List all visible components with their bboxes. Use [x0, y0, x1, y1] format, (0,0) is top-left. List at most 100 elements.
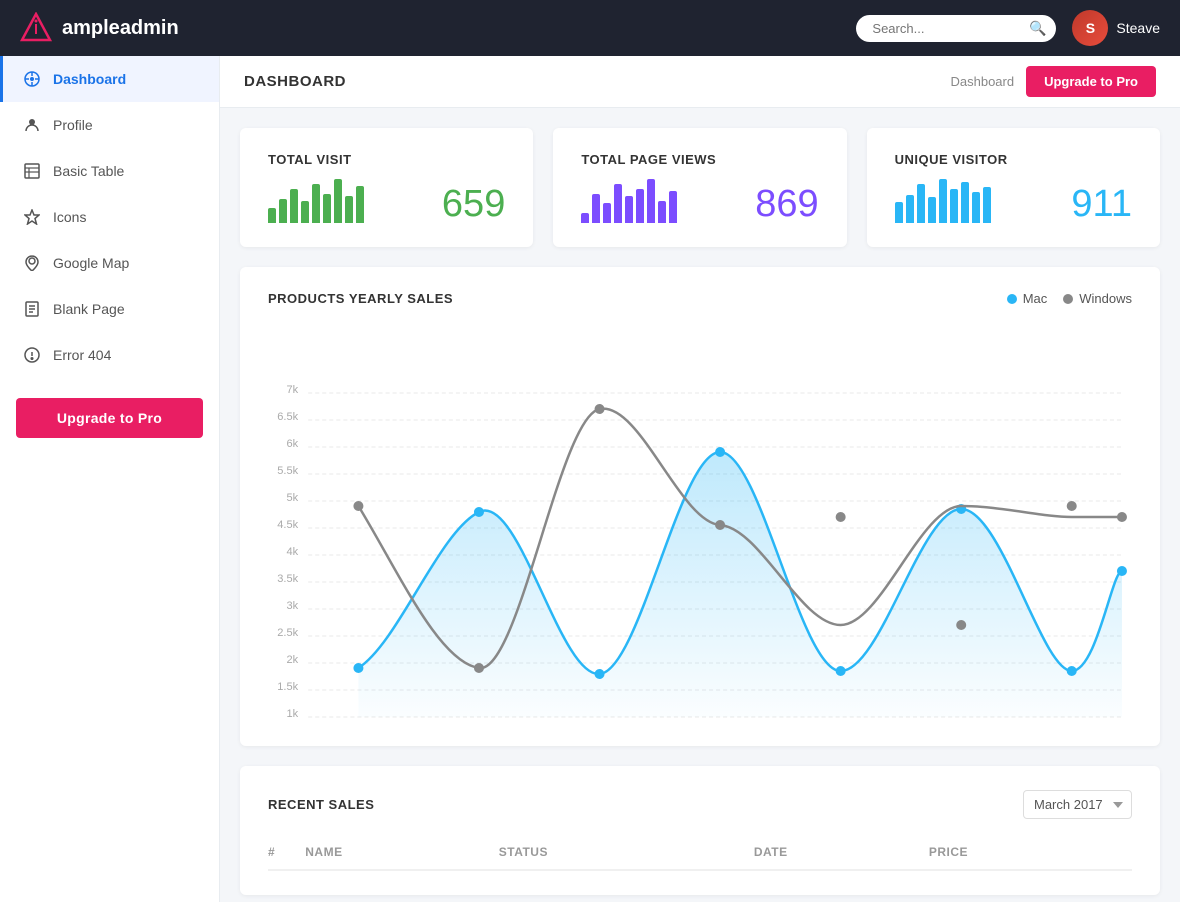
chart-svg: 1k 1.5k 2k 2.5k 3k 3.5k 4k 4.5k 5k 5.5k …: [268, 322, 1132, 722]
legend-dot-windows: [1063, 294, 1073, 304]
sidebar-label-error-404: Error 404: [53, 347, 111, 363]
user-area[interactable]: S Steave: [1072, 10, 1160, 46]
recent-sales-header: RECENT SALES March 2017: [268, 790, 1132, 819]
col-status: STATUS: [499, 835, 754, 870]
mini-bar: [647, 179, 655, 223]
sidebar-label-blank-page: Blank Page: [53, 301, 125, 317]
breadcrumb: Dashboard: [950, 74, 1014, 89]
sidebar-label-icons: Icons: [53, 209, 86, 225]
svg-text:7k: 7k: [286, 384, 298, 396]
sidebar-item-error-404[interactable]: Error 404: [0, 332, 219, 378]
mini-bar: [906, 195, 914, 223]
logo-icon: [20, 12, 52, 44]
sidebar-item-basic-table[interactable]: Basic Table: [0, 148, 219, 194]
mini-bar: [312, 184, 320, 223]
win-point-6: [1067, 501, 1077, 511]
chart-header: PRODUCTS YEARLY SALES Mac Windows: [268, 291, 1132, 306]
svg-text:2.5k: 2.5k: [277, 627, 298, 639]
search-input[interactable]: [856, 15, 1056, 42]
stats-row: TOTAL VISIT 659 TOTAL PAGE VIEWS 869: [240, 128, 1160, 247]
upgrade-pro-button[interactable]: Upgrade to Pro: [1026, 66, 1156, 97]
mini-bar: [581, 213, 589, 223]
breadcrumb-area: Dashboard Upgrade to Pro: [950, 66, 1156, 97]
avatar: S: [1072, 10, 1108, 46]
mini-bar: [592, 194, 600, 223]
mac-point-4: [836, 666, 846, 676]
search-box[interactable]: 🔍: [856, 15, 1056, 42]
mini-bar: [625, 196, 633, 223]
nav-right: 🔍 S Steave: [856, 10, 1160, 46]
sidebar-label-basic-table: Basic Table: [53, 163, 124, 179]
legend-windows: Windows: [1063, 291, 1132, 306]
mini-bar: [290, 189, 298, 223]
legend-dot-mac: [1007, 294, 1017, 304]
recent-sales-section: RECENT SALES March 2017 # NAME STATUS DA…: [240, 766, 1160, 895]
mini-bar: [972, 192, 980, 223]
mac-point-3: [715, 447, 725, 457]
svg-text:5.5k: 5.5k: [277, 465, 298, 477]
stat-bottom-total-visit: 659: [268, 179, 505, 223]
sidebar-item-dashboard[interactable]: Dashboard: [0, 56, 219, 102]
sidebar-item-profile[interactable]: Profile: [0, 102, 219, 148]
stat-label-total-visit: TOTAL VISIT: [268, 152, 505, 167]
sidebar-upgrade-button[interactable]: Upgrade to Pro: [16, 398, 203, 438]
mini-bar: [917, 184, 925, 223]
win-point-1: [474, 663, 484, 673]
mac-point-6: [1067, 666, 1077, 676]
table-icon: [23, 162, 41, 180]
chart-container: 1k 1.5k 2k 2.5k 3k 3.5k 4k 4.5k 5k 5.5k …: [268, 322, 1132, 722]
mini-bar: [961, 182, 969, 223]
stat-label-unique-visitor: UNIQUE VISITOR: [895, 152, 1132, 167]
win-point-7: [1117, 512, 1127, 522]
mini-bar: [301, 201, 309, 223]
mini-bars-unique-visitor: [895, 179, 991, 223]
win-point-4: [836, 512, 846, 522]
person-icon: [23, 116, 41, 134]
page-header: DASHBOARD Dashboard Upgrade to Pro: [220, 56, 1180, 108]
svg-text:3k: 3k: [286, 600, 298, 612]
search-icon[interactable]: 🔍: [1029, 20, 1046, 37]
sidebar-item-blank-page[interactable]: Blank Page: [0, 286, 219, 332]
icons-icon: [23, 208, 41, 226]
sidebar-item-icons[interactable]: Icons: [0, 194, 219, 240]
win-point-5: [956, 620, 966, 630]
mini-bar: [669, 191, 677, 223]
mini-bar: [323, 194, 331, 223]
stat-value-unique-visitor: 911: [1071, 185, 1132, 223]
svg-text:6.5k: 6.5k: [277, 411, 298, 423]
sales-table: # NAME STATUS DATE PRICE: [268, 835, 1132, 871]
logo-text: ampleadmin: [62, 17, 179, 40]
col-name: NAME: [305, 835, 499, 870]
mini-bar: [895, 202, 903, 223]
table-header-row: # NAME STATUS DATE PRICE: [268, 835, 1132, 870]
mini-bar: [268, 208, 276, 223]
stat-bottom-unique-visitor: 911: [895, 179, 1132, 223]
mini-bar: [939, 179, 947, 223]
mini-bar: [983, 187, 991, 223]
page-title: DASHBOARD: [244, 73, 346, 90]
stat-value-total-visit: 659: [442, 185, 505, 223]
mini-bars-total-visit: [268, 179, 364, 223]
dashboard-icon: [23, 70, 41, 88]
svg-text:2k: 2k: [286, 654, 298, 666]
sidebar-item-google-map[interactable]: Google Map: [0, 240, 219, 286]
mini-bar: [928, 197, 936, 223]
month-select[interactable]: March 2017: [1023, 790, 1132, 819]
col-number: #: [268, 835, 305, 870]
sidebar-label-profile: Profile: [53, 117, 93, 133]
mini-bar: [334, 179, 342, 223]
sidebar-label-dashboard: Dashboard: [53, 71, 126, 87]
mac-point-1: [474, 507, 484, 517]
mini-bar: [636, 189, 644, 223]
mac-area: [358, 452, 1122, 717]
mini-bar: [279, 199, 287, 223]
mini-bar: [614, 184, 622, 223]
stat-card-unique-visitor: UNIQUE VISITOR 911: [867, 128, 1160, 247]
main-content: DASHBOARD Dashboard Upgrade to Pro TOTAL…: [220, 56, 1180, 902]
mini-bar: [658, 201, 666, 223]
stat-label-page-views: TOTAL PAGE VIEWS: [581, 152, 818, 167]
legend-label-windows: Windows: [1079, 291, 1132, 306]
sidebar-label-google-map: Google Map: [53, 255, 129, 271]
stat-card-page-views: TOTAL PAGE VIEWS 869: [553, 128, 846, 247]
mini-bar: [356, 186, 364, 223]
